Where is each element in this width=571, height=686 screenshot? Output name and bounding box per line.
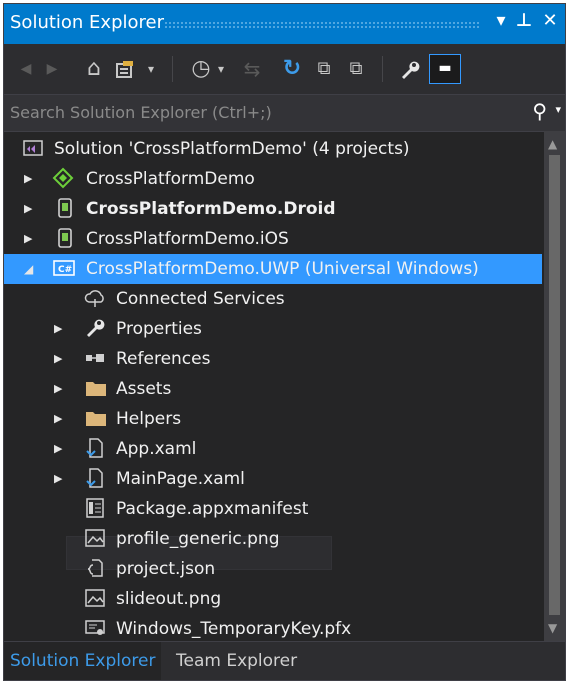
references-icon [84, 347, 106, 369]
show-all-files-icon[interactable]: ⧉ [344, 56, 368, 82]
expand-arrow-icon[interactable]: ▶ [54, 374, 62, 404]
xaml-file-icon [84, 437, 106, 459]
shared-project-icon [52, 167, 74, 189]
tree-item-label: profile_generic.png [116, 529, 280, 549]
tree-item-solution[interactable]: Solution 'CrossPlatformDemo' (4 projects… [4, 134, 542, 164]
manifest-file-icon [84, 497, 106, 519]
tab-team-explorer[interactable]: Team Explorer [170, 642, 303, 680]
folder-icon [84, 377, 106, 399]
close-icon[interactable]: ✕ [539, 10, 561, 31]
tree-item-label: Properties [116, 319, 202, 339]
expand-arrow-icon[interactable]: ▶ [54, 464, 62, 494]
expand-arrow-icon[interactable]: ▶ [54, 434, 62, 464]
tree-item-label: CrossPlatformDemo.Droid [86, 199, 336, 219]
expand-arrow-icon[interactable]: ▶ [54, 314, 62, 344]
image-file-icon [84, 587, 106, 609]
solution-explorer-panel: Solution Explorer ▾ ⊥ ✕ ◀ ▶ ⌂ ▾ ◷ ▾ ⇆ ↻ … [3, 3, 566, 681]
back-icon[interactable]: ◀ [16, 56, 36, 82]
wrench-icon [84, 317, 106, 339]
tree-item-label: Assets [116, 379, 172, 399]
folder-icon [84, 407, 106, 429]
window-position-dropdown-icon[interactable]: ▾ [490, 10, 512, 31]
tree-item-label: CrossPlatformDemo.iOS [86, 229, 289, 249]
chevron-down-icon[interactable]: ▾ [214, 56, 228, 82]
tree-item-project-ios[interactable]: ▶ CrossPlatformDemo.iOS [4, 224, 542, 254]
vertical-scrollbar[interactable]: ▲ ▼ [544, 131, 565, 641]
pending-changes-filter-icon[interactable]: ◷ [188, 56, 214, 82]
certificate-file-icon [84, 617, 106, 639]
toolbar-separator [172, 56, 173, 82]
home-icon[interactable]: ⌂ [82, 56, 106, 82]
tree-item-label: App.xaml [116, 439, 197, 459]
forward-icon[interactable]: ▶ [42, 56, 62, 82]
ios-project-icon [54, 227, 76, 249]
expand-arrow-icon[interactable]: ▶ [24, 164, 32, 194]
scrollbar-thumb[interactable] [549, 155, 560, 615]
solution-tree: Solution 'CrossPlatformDemo' (4 projects… [4, 131, 544, 641]
android-project-icon [54, 197, 76, 219]
search-options-dropdown-icon[interactable]: ▾ [555, 103, 561, 116]
tree-item-label: MainPage.xaml [116, 469, 245, 489]
tree-item-slideout-png[interactable]: slideout.png [4, 584, 542, 614]
tree-item-label: Connected Services [116, 289, 285, 309]
scroll-up-icon[interactable]: ▲ [548, 137, 557, 151]
panel-title: Solution Explorer [10, 12, 164, 33]
toolbar-separator [382, 56, 383, 82]
tree-item-profile-png[interactable]: profile_generic.png [4, 524, 542, 554]
expand-arrow-icon[interactable]: ▶ [24, 224, 32, 254]
tree-item-connected-services[interactable]: Connected Services [4, 284, 542, 314]
tree-item-project-uwp[interactable]: ◢ C# CrossPlatformDemo.UWP (Universal Wi… [4, 254, 542, 284]
connected-services-icon [84, 287, 106, 309]
tree-item-label: CrossPlatformDemo [86, 169, 255, 189]
csharp-project-icon: C# [52, 257, 75, 279]
tree-item-label: Windows_TemporaryKey.pfx [116, 619, 352, 639]
solution-icon [22, 137, 44, 159]
tree-item-helpers[interactable]: ▶ Helpers [4, 404, 542, 434]
tree-item-temporary-key[interactable]: Windows_TemporaryKey.pfx [4, 614, 542, 644]
tree-item-project-shared[interactable]: ▶ CrossPlatformDemo [4, 164, 542, 194]
collapse-arrow-icon[interactable]: ◢ [24, 254, 33, 284]
sync-with-active-document-icon[interactable] [114, 56, 138, 82]
expand-arrow-icon[interactable]: ▶ [54, 404, 62, 434]
tree-item-assets[interactable]: ▶ Assets [4, 374, 542, 404]
tree-item-project-json[interactable]: project.json [4, 554, 542, 584]
tree-item-references[interactable]: ▶ References [4, 344, 542, 374]
chevron-down-icon[interactable]: ▾ [144, 56, 158, 82]
collapse-all-icon[interactable]: ⧉ [312, 56, 336, 82]
tree-item-mainpage-xaml[interactable]: ▶ MainPage.xaml [4, 464, 542, 494]
tree-item-properties[interactable]: ▶ Properties [4, 314, 542, 344]
bottom-tab-strip: Solution Explorer Team Explorer [4, 641, 565, 680]
tree-item-label: Package.appxmanifest [116, 499, 309, 519]
expand-arrow-icon[interactable]: ▶ [54, 344, 62, 374]
tree-item-label: CrossPlatformDemo.UWP (Universal Windows… [86, 259, 479, 279]
tree-item-package-manifest[interactable]: Package.appxmanifest [4, 494, 542, 524]
pin-icon[interactable]: ⊥ [513, 10, 535, 31]
drag-grip[interactable] [164, 21, 479, 29]
image-file-icon [84, 527, 106, 549]
tree-item-app-xaml[interactable]: ▶ App.xaml [4, 434, 542, 464]
tree-item-label: slideout.png [116, 589, 222, 609]
tree-item-project-droid[interactable]: ▶ CrossPlatformDemo.Droid [4, 194, 542, 224]
preview-selected-items-icon[interactable]: ▬ [429, 54, 461, 84]
json-file-icon [84, 557, 106, 579]
tab-solution-explorer[interactable]: Solution Explorer [4, 642, 162, 680]
refresh-icon[interactable]: ↻ [280, 56, 304, 82]
search-input[interactable] [10, 99, 500, 125]
panel-title-bar[interactable]: Solution Explorer ▾ ⊥ ✕ [4, 4, 565, 44]
tree-item-label: Helpers [116, 409, 182, 429]
sync-icon[interactable]: ⇆ [240, 56, 264, 82]
scroll-down-icon[interactable]: ▼ [548, 621, 557, 635]
properties-wrench-icon[interactable] [396, 56, 422, 82]
tree-item-label: project.json [116, 559, 216, 579]
expand-arrow-icon[interactable]: ▶ [24, 194, 32, 224]
toolbar: ◀ ▶ ⌂ ▾ ◷ ▾ ⇆ ↻ ⧉ ⧉ ▬ [4, 44, 565, 94]
xaml-file-icon [84, 467, 106, 489]
tree-item-label: Solution 'CrossPlatformDemo' (4 projects… [54, 139, 410, 159]
svg-text:C#: C# [58, 265, 72, 275]
tree-item-label: References [116, 349, 211, 369]
search-bar: ⚲ ▾ [4, 94, 565, 132]
search-icon[interactable]: ⚲ [532, 99, 547, 123]
